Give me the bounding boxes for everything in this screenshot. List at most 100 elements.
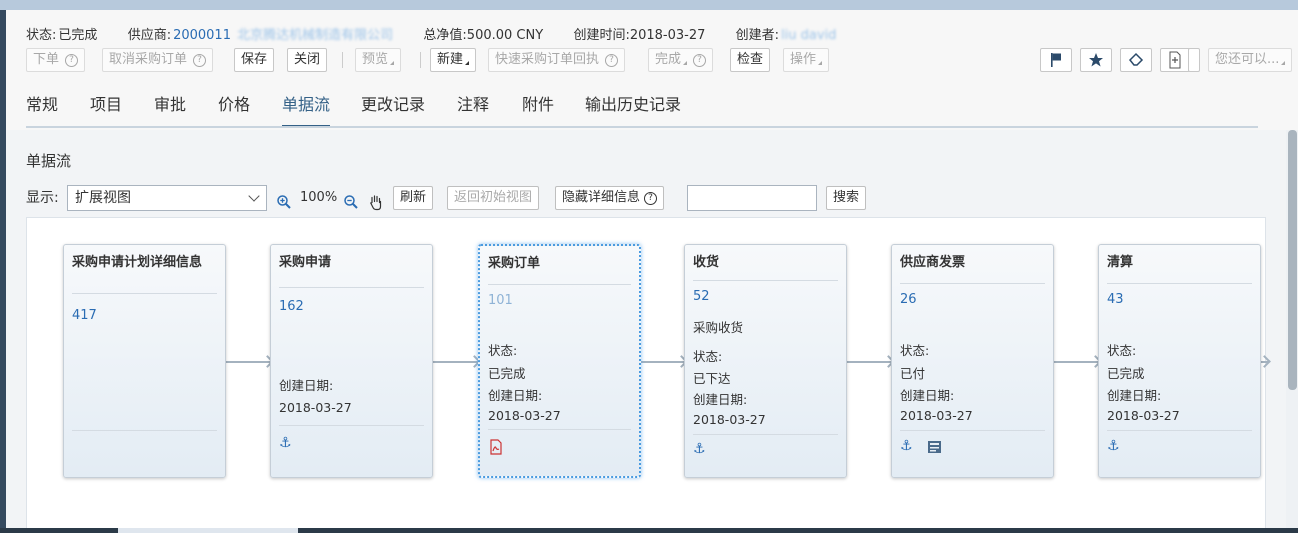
tag-button[interactable] <box>1120 48 1152 72</box>
tab-change-log[interactable]: 更改记录 <box>361 94 425 128</box>
card-number-link[interactable]: 162 <box>279 299 304 314</box>
created-date-value: 2018-03-27 <box>279 400 352 415</box>
help-icon: ? <box>65 54 79 67</box>
order-button[interactable]: 下单? <box>26 48 86 72</box>
flag-button[interactable] <box>1040 48 1072 72</box>
docflow-card-pr-plan[interactable]: 采购申请计划详细信息 417 <box>63 244 226 478</box>
docflow-card-supplier-invoice[interactable]: 供应商发票 26 状态: 已付 创建日期: 2018-03-27 ⚓ <box>891 244 1054 478</box>
tab-underline <box>26 126 1258 128</box>
tab-output-history[interactable]: 输出历史记录 <box>585 94 681 128</box>
tag-icon <box>1128 52 1144 66</box>
card-number-link[interactable]: 43 <box>1107 292 1124 307</box>
tab-items[interactable]: 项目 <box>90 94 122 128</box>
docflow-card-clearing[interactable]: 清算 43 状态: 已完成 创建日期: 2018-03-27 ⚓ <box>1098 244 1261 478</box>
flow-arrow <box>225 361 271 363</box>
header-toolbar: 下单? 取消采购订单? 保存 关闭 预览 新建 快速采购订单回执? 完成? 检查… <box>26 48 1293 74</box>
back-to-initial-view-button[interactable]: 返回初始视图 <box>447 186 540 210</box>
created-date-label: 创建日期: <box>1107 388 1162 403</box>
quick-ack-button[interactable]: 快速采购订单回执? <box>488 48 626 72</box>
docflow-search-input[interactable] <box>687 185 817 211</box>
anchor-icon[interactable]: ⚓ <box>693 441 706 457</box>
card-number-link[interactable]: 26 <box>900 292 917 307</box>
check-button[interactable]: 检查 <box>730 48 771 72</box>
flow-arrow <box>1260 361 1268 363</box>
card-title: 供应商发票 <box>900 255 966 270</box>
zoom-level: 100% <box>300 190 338 205</box>
status-label: 状态: <box>26 28 57 43</box>
add-document-icon <box>1169 51 1181 69</box>
card-number-link[interactable]: 52 <box>693 289 710 304</box>
star-icon <box>1089 53 1103 67</box>
created-date-label: 创建日期: <box>693 392 748 407</box>
created-date-label: 创建日期: <box>488 388 543 403</box>
card-title: 采购申请计划详细信息 <box>72 255 203 270</box>
status-value: 已下达 <box>693 371 731 386</box>
vertical-scrollbar[interactable] <box>1286 130 1298 528</box>
supplier-label: 供应商: <box>127 28 172 43</box>
status-label: 状态: <box>1107 343 1137 358</box>
status-value: 已完成 <box>488 366 526 381</box>
tab-approval[interactable]: 审批 <box>154 94 186 128</box>
help-icon: ? <box>605 54 619 67</box>
zoom-out-icon[interactable] <box>343 189 359 215</box>
you-can-button[interactable]: 您还可以... <box>1208 48 1293 72</box>
creator-name-link[interactable]: liu david <box>781 28 836 43</box>
created-date-value: 2018-03-27 <box>900 408 973 423</box>
tab-document-flow[interactable]: 单据流 <box>282 94 331 128</box>
pdf-icon[interactable] <box>489 439 503 455</box>
supplier-name-link[interactable]: 北京腾达机械制造有限公司 <box>237 28 393 43</box>
card-title: 清算 <box>1107 255 1134 270</box>
refresh-button[interactable]: 刷新 <box>393 186 434 210</box>
card-title: 采购订单 <box>488 256 541 271</box>
flow-arrow <box>639 361 685 363</box>
flow-arrow <box>432 361 478 363</box>
docflow-card-purchase-requisition[interactable]: 采购申请 162 创建日期: 2018-03-27 ⚓ <box>270 244 433 478</box>
add-document-button[interactable] <box>1160 48 1190 72</box>
close-button[interactable]: 关闭 <box>287 48 328 72</box>
hide-details-button[interactable]: 隐藏详细信息? <box>555 186 665 210</box>
tab-general[interactable]: 常规 <box>26 94 58 128</box>
cancel-po-button[interactable]: 取消采购订单? <box>102 48 214 72</box>
supplier-id-link[interactable]: 2000011 <box>173 28 231 43</box>
tab-notes[interactable]: 注释 <box>457 94 489 128</box>
operation-button[interactable]: 操作 <box>783 48 830 72</box>
save-button[interactable]: 保存 <box>234 48 275 72</box>
zoom-in-icon[interactable] <box>276 189 292 215</box>
net-value: 总净值:500.00 CNY <box>423 28 544 43</box>
flow-arrow <box>1053 361 1099 363</box>
tab-price[interactable]: 价格 <box>218 94 250 128</box>
status-value: 已完成 <box>1107 366 1145 381</box>
document-icon[interactable] <box>927 440 942 454</box>
flag-icon <box>1051 53 1061 67</box>
header-summary: 状态: 已完成 供应商: 2000011 北京腾达机械制造有限公司 总净值:500.… <box>26 24 838 43</box>
favorite-button[interactable] <box>1080 48 1112 72</box>
status-value: 已付 <box>900 366 926 381</box>
docflow-card-goods-receipt[interactable]: 收货 52 采购收货 状态: 已下达 创建日期: 2018-03-27 ⚓ <box>684 244 847 478</box>
created-date-value: 2018-03-27 <box>1107 408 1180 423</box>
view-select[interactable]: 扩展视图 <box>67 185 267 211</box>
scrollbar-thumb[interactable] <box>1288 130 1297 390</box>
card-number-link[interactable]: 417 <box>72 308 97 323</box>
help-icon: ? <box>644 192 658 205</box>
docflow-card-purchase-order[interactable]: 采购订单 101 状态: 已完成 创建日期: 2018-03-27 <box>478 244 641 478</box>
card-number: 101 <box>488 293 513 308</box>
card-title: 采购申请 <box>279 255 332 270</box>
search-button[interactable]: 搜索 <box>826 186 867 210</box>
bottom-bar <box>0 528 1298 533</box>
pan-hand-icon[interactable] <box>368 189 384 215</box>
preview-button[interactable]: 预览 <box>355 48 402 72</box>
anchor-icon[interactable]: ⚓ <box>900 438 913 454</box>
menu-corner-icon <box>390 61 395 65</box>
new-button[interactable]: 新建 <box>430 48 477 72</box>
menu-corner-icon <box>683 61 688 65</box>
toolbar-divider <box>420 52 421 68</box>
anchor-icon[interactable]: ⚓ <box>1107 438 1120 454</box>
menu-corner-icon <box>818 61 823 65</box>
add-document-menu-button[interactable] <box>1188 48 1200 72</box>
status-label: 状态: <box>693 349 723 364</box>
menu-corner-icon <box>465 61 470 65</box>
card-title: 收货 <box>693 255 720 270</box>
anchor-icon[interactable]: ⚓ <box>279 435 292 451</box>
complete-button[interactable]: 完成? <box>648 48 714 72</box>
tab-attachments[interactable]: 附件 <box>522 94 554 128</box>
